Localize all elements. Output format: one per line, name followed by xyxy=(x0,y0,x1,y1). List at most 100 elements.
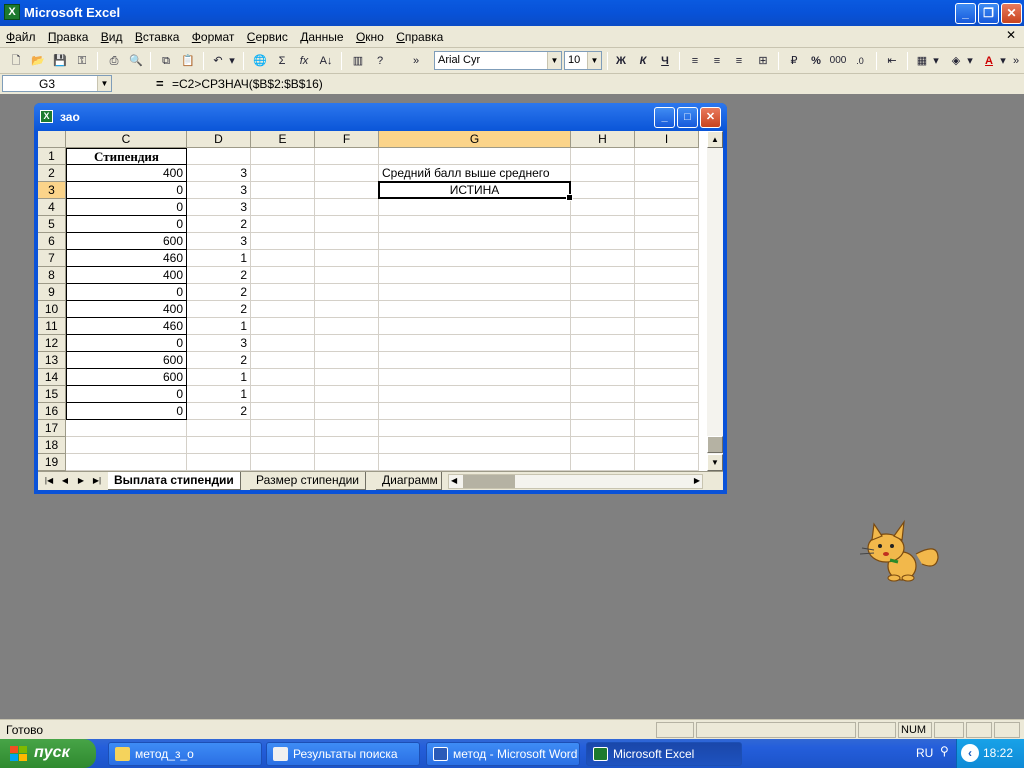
new-document-icon[interactable]: 🗋 xyxy=(6,51,26,71)
cell[interactable] xyxy=(66,454,187,471)
cell[interactable] xyxy=(251,267,315,284)
menu-tools[interactable]: Сервис xyxy=(241,26,291,44)
cell[interactable]: 1 xyxy=(187,250,251,267)
cell[interactable] xyxy=(635,386,699,403)
cell[interactable]: 400 xyxy=(66,301,187,318)
align-right-icon[interactable]: ≡ xyxy=(729,51,749,71)
cell[interactable]: 3 xyxy=(187,335,251,352)
chevron-down-icon[interactable]: ▼ xyxy=(97,76,111,91)
cell[interactable] xyxy=(315,250,379,267)
open-folder-icon[interactable]: 📂 xyxy=(28,51,48,71)
cell[interactable]: 3 xyxy=(187,199,251,216)
cell[interactable] xyxy=(66,420,187,437)
excel-app-icon[interactable]: X xyxy=(4,4,20,20)
cell[interactable] xyxy=(66,437,187,454)
row-header[interactable]: 12 xyxy=(38,335,66,352)
workbook-maximize-button[interactable]: □ xyxy=(677,107,698,128)
cell[interactable] xyxy=(251,352,315,369)
cell[interactable] xyxy=(379,284,571,301)
cell[interactable] xyxy=(251,148,315,165)
cell[interactable] xyxy=(315,216,379,233)
select-all-corner[interactable] xyxy=(38,131,66,148)
cell[interactable] xyxy=(251,318,315,335)
cell[interactable] xyxy=(251,386,315,403)
cell[interactable] xyxy=(187,420,251,437)
cell[interactable] xyxy=(379,216,571,233)
cell[interactable] xyxy=(251,233,315,250)
row-header[interactable]: 17 xyxy=(38,420,66,437)
cell[interactable] xyxy=(571,318,635,335)
menu-window[interactable]: Окно xyxy=(350,26,387,44)
cell[interactable] xyxy=(315,454,379,471)
workbook-close-icon[interactable]: ✕ xyxy=(1004,29,1018,43)
print-preview-icon[interactable]: 🔍 xyxy=(126,51,146,71)
cell[interactable] xyxy=(251,182,315,199)
cell[interactable] xyxy=(315,233,379,250)
font-name-select[interactable]: Arial Cyr ▼ xyxy=(434,51,562,70)
cell[interactable] xyxy=(379,420,571,437)
cell[interactable] xyxy=(571,284,635,301)
cell[interactable] xyxy=(251,437,315,454)
column-header-g[interactable]: G xyxy=(379,131,571,148)
chart-wizard-icon[interactable]: ▥ xyxy=(348,51,368,71)
formula-equals[interactable]: = xyxy=(156,76,164,91)
cell[interactable] xyxy=(571,182,635,199)
cell[interactable] xyxy=(635,267,699,284)
cell[interactable] xyxy=(635,335,699,352)
cell[interactable] xyxy=(379,199,571,216)
cell[interactable] xyxy=(635,352,699,369)
cell[interactable] xyxy=(635,403,699,420)
toolbar-overflow-icon[interactable]: » xyxy=(410,51,422,71)
formula-input[interactable]: =C2>СРЗНАЧ($B$2:$B$16) xyxy=(172,77,323,91)
cell[interactable]: 3 xyxy=(187,182,251,199)
cell[interactable] xyxy=(315,267,379,284)
chevron-down-icon[interactable]: ▼ xyxy=(587,52,601,69)
cell[interactable] xyxy=(315,284,379,301)
column-header-e[interactable]: E xyxy=(251,131,315,148)
cell[interactable] xyxy=(379,233,571,250)
start-button[interactable]: пуск xyxy=(0,739,96,768)
row-header[interactable]: 13 xyxy=(38,352,66,369)
cell[interactable] xyxy=(571,403,635,420)
cell[interactable]: 600 xyxy=(66,369,187,386)
scroll-down-icon[interactable]: ▼ xyxy=(707,454,723,471)
cell[interactable] xyxy=(379,318,571,335)
language-indicator[interactable]: RU xyxy=(916,746,933,760)
cell[interactable] xyxy=(571,386,635,403)
minimize-button[interactable]: _ xyxy=(955,3,976,24)
italic-button[interactable]: К xyxy=(633,51,653,71)
cell[interactable]: 0 xyxy=(66,386,187,403)
cell[interactable] xyxy=(187,148,251,165)
cell[interactable] xyxy=(315,301,379,318)
sheet-tab[interactable]: Размер стипендии xyxy=(250,472,366,490)
cell[interactable] xyxy=(635,250,699,267)
cell[interactable]: 0 xyxy=(66,284,187,301)
scroll-right-icon[interactable]: ▶ xyxy=(694,476,700,485)
paste-icon[interactable]: 📋 xyxy=(178,51,198,71)
taskbar-button-search[interactable]: Результаты поиска xyxy=(266,742,420,766)
hscroll-thumb[interactable] xyxy=(463,475,515,488)
taskbar-button-word[interactable]: метод - Microsoft Word xyxy=(426,742,580,766)
menu-help[interactable]: Справка xyxy=(390,26,446,44)
workbook-icon[interactable]: X xyxy=(40,110,53,123)
cell[interactable] xyxy=(635,233,699,250)
cell[interactable] xyxy=(251,369,315,386)
prev-sheet-icon[interactable]: ◀ xyxy=(58,474,72,488)
cell[interactable] xyxy=(315,437,379,454)
cell[interactable] xyxy=(315,386,379,403)
cell[interactable] xyxy=(379,369,571,386)
active-cell-selection[interactable] xyxy=(378,181,573,201)
row-header[interactable]: 6 xyxy=(38,233,66,250)
row-header[interactable]: 4 xyxy=(38,199,66,216)
taskbar-button-excel[interactable]: Microsoft Excel xyxy=(586,742,742,766)
cell[interactable]: 3 xyxy=(187,165,251,182)
cell[interactable] xyxy=(379,437,571,454)
row-header[interactable]: 14 xyxy=(38,369,66,386)
cell[interactable] xyxy=(315,403,379,420)
cell[interactable] xyxy=(251,420,315,437)
cell[interactable] xyxy=(251,199,315,216)
print-icon[interactable]: ⎙ xyxy=(104,51,124,71)
bold-button[interactable]: Ж xyxy=(611,51,631,71)
cell[interactable]: 2 xyxy=(187,267,251,284)
menu-format[interactable]: Формат xyxy=(186,26,238,44)
